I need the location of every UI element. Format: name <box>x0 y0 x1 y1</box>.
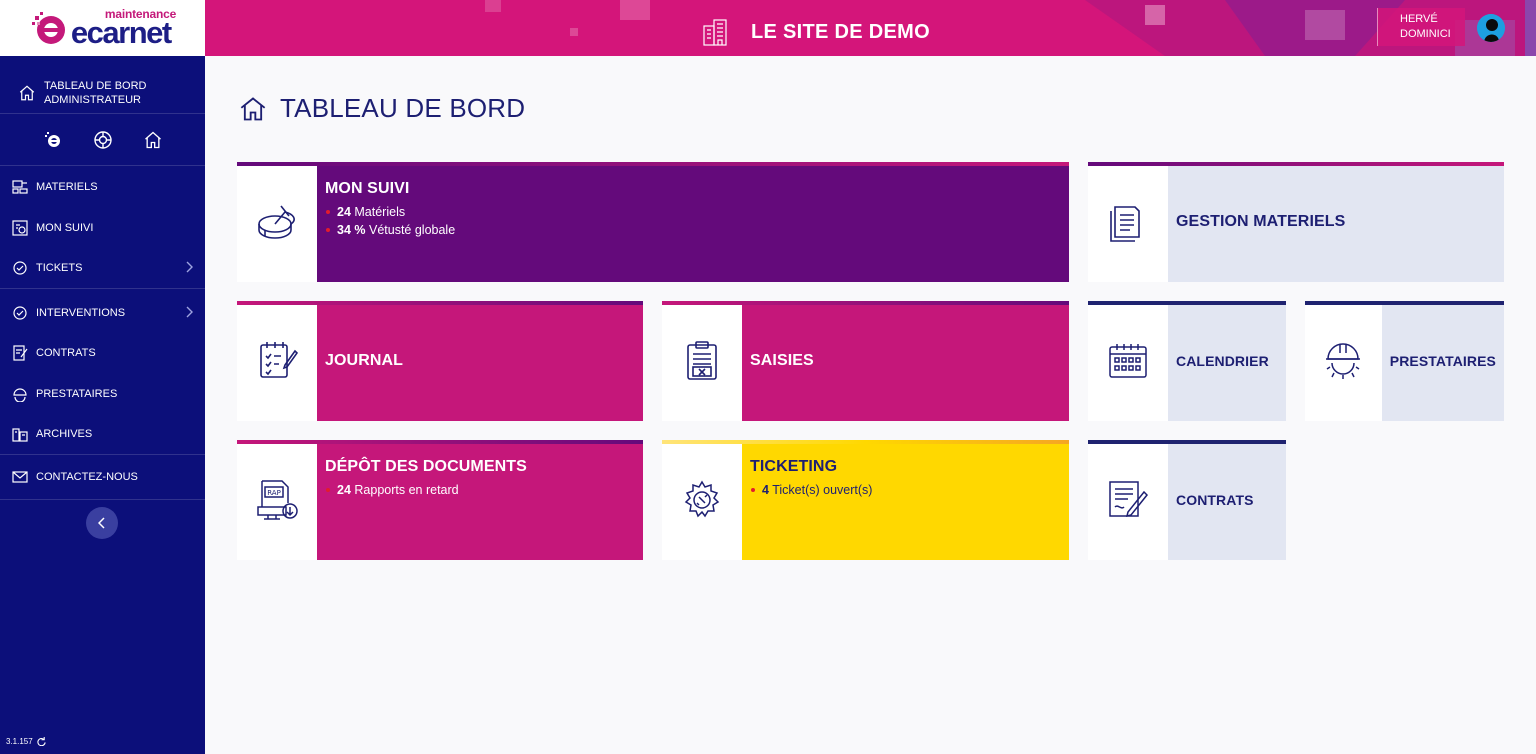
card-prestataires[interactable]: PRESTATAIRES <box>1305 301 1504 421</box>
card-title: TICKETING <box>750 458 838 475</box>
sidebar-item-label: MATERIELS <box>36 181 98 194</box>
contract-icon <box>13 345 28 361</box>
logo[interactable]: maintenance ecarnet <box>0 0 205 56</box>
card-title: CALENDRIER <box>1176 353 1269 369</box>
sidebar-quick-links <box>0 114 205 166</box>
stat-vetuste: 34 % Vétusté globale <box>325 223 1061 237</box>
ecarnet-logo-icon <box>31 12 65 44</box>
card-mon-suivi[interactable]: MON SUIVI 24 Matériels 34 % Vétusté glob… <box>237 162 1069 282</box>
clipboard-form-icon <box>687 341 717 380</box>
worker-helmet-icon <box>13 388 27 402</box>
sidebar-item-label: MON SUIVI <box>36 221 94 234</box>
sidebar-item-label: TICKETS <box>36 261 83 274</box>
user-avatar-icon <box>1477 14 1505 42</box>
ecarnet-small-icon[interactable] <box>43 130 63 150</box>
top-header: LE SITE DE DEMO HERVÉ DOMINICI <box>205 0 1536 56</box>
card-title: CONTRATS <box>1176 492 1254 508</box>
sidebar-item-label: INTERVENTIONS <box>36 306 126 319</box>
gear-wrench-icon <box>684 480 720 518</box>
card-panel: JOURNAL <box>317 301 643 421</box>
contract-sign-icon <box>1109 481 1149 518</box>
intervention-icon <box>13 306 27 320</box>
card-panel: TICKETING 4 Ticket(s) ouvert(s) <box>742 440 1069 560</box>
card-journal[interactable]: JOURNAL <box>237 301 643 421</box>
card-title: DÉPÔT DES DOCUMENTS <box>325 458 527 475</box>
card-title: SAISIES <box>750 352 814 369</box>
card-panel: DÉPÔT DES DOCUMENTS 24 Rapports en retar… <box>317 440 643 560</box>
refresh-icon[interactable] <box>37 737 46 746</box>
card-panel: MON SUIVI 24 Matériels 34 % Vétusté glob… <box>317 162 1069 282</box>
sidebar-item-tickets[interactable]: TICKETS <box>0 248 205 289</box>
sidebar-item-label: ARCHIVES <box>36 427 93 440</box>
avatar[interactable] <box>1477 14 1505 42</box>
stat-rapports-retard: 24 Rapports en retard <box>325 483 635 497</box>
chevron-right-icon <box>186 306 193 317</box>
card-title: JOURNAL <box>325 352 404 369</box>
card-panel: CALENDRIER <box>1168 301 1286 421</box>
home-icon <box>19 84 35 100</box>
page-header: TABLEAU DE BORD <box>238 93 525 124</box>
worker-helmet-icon <box>1326 343 1361 379</box>
sidebar-home-label-1: TABLEAU DE BORD <box>44 79 147 92</box>
card-panel: CONTRATS <box>1168 440 1286 560</box>
report-icon-text: RAP <box>267 489 281 497</box>
monitoring-icon <box>12 220 28 236</box>
card-panel: GESTION MATERIELS <box>1168 162 1504 282</box>
card-title: GESTION MATERIELS <box>1176 213 1346 230</box>
version-number: 3.1.157 <box>6 737 33 746</box>
site-title: LE SITE DE DEMO <box>751 21 930 43</box>
calendar-icon <box>1109 344 1147 378</box>
journal-checklist-icon <box>260 342 299 378</box>
card-contrats[interactable]: CONTRATS <box>1088 440 1286 560</box>
user-menu[interactable]: HERVÉ DOMINICI <box>1377 8 1465 46</box>
globe-settings-icon[interactable] <box>93 130 113 150</box>
sidebar-item-label: CONTRATS <box>36 347 96 360</box>
card-title: PRESTATAIRES <box>1389 353 1496 369</box>
documents-icon <box>1110 206 1140 242</box>
page-title: TABLEAU DE BORD <box>280 93 526 123</box>
user-last-name: DOMINICI <box>1400 28 1451 40</box>
sidebar-item-interventions[interactable]: INTERVENTIONS <box>0 293 205 334</box>
sidebar-home-label-2: ADMINISTRATEUR <box>44 93 141 106</box>
pie-chart-icon <box>258 205 295 239</box>
home-icon <box>240 96 266 120</box>
card-depot-documents[interactable]: RAP DÉPÔT DES DOCUMENTS 24 Rapports en r… <box>237 440 643 560</box>
card-gestion-materiels[interactable]: GESTION MATERIELS <box>1088 162 1504 282</box>
equipment-icon <box>12 180 28 194</box>
card-panel: SAISIES <box>742 301 1069 421</box>
stat-tickets-ouverts: 4 Ticket(s) ouvert(s) <box>750 483 1061 497</box>
building-icon <box>703 19 727 46</box>
card-calendrier[interactable]: CALENDRIER <box>1088 301 1286 421</box>
card-title: MON SUIVI <box>325 180 410 197</box>
archive-icon <box>12 428 28 442</box>
app-version: 3.1.157 <box>6 737 46 746</box>
ticket-icon <box>13 261 27 275</box>
card-saisies[interactable]: SAISIES <box>662 301 1069 421</box>
mail-icon <box>12 470 28 483</box>
sidebar-item-materiels[interactable]: MATERIELS <box>0 167 205 208</box>
chevron-right-icon <box>186 261 193 273</box>
sidebar-item-dashboard-admin[interactable]: TABLEAU DE BORD ADMINISTRATEUR <box>0 56 205 114</box>
sidebar-item-contact[interactable]: CONTACTEZ-NOUS <box>0 455 205 500</box>
sidebar-collapse-button[interactable] <box>86 507 118 539</box>
user-first-name: HERVÉ <box>1400 13 1438 25</box>
sidebar-item-mon-suivi[interactable]: MON SUIVI <box>0 208 205 249</box>
card-ticketing[interactable]: TICKETING 4 Ticket(s) ouvert(s) <box>662 440 1069 560</box>
sidebar: maintenance ecarnet TABLEAU DE BORD ADMI… <box>0 0 205 754</box>
chevron-left-icon <box>98 517 105 529</box>
sidebar-item-label: CONTACTEZ-NOUS <box>36 470 138 483</box>
sidebar-item-archives[interactable]: ARCHIVES <box>0 414 205 455</box>
sidebar-item-contrats[interactable]: CONTRATS <box>0 333 205 374</box>
sidebar-item-prestataires[interactable]: PRESTATAIRES <box>0 374 205 415</box>
logo-wordmark: ecarnet <box>70 15 172 50</box>
sidebar-item-label: PRESTATAIRES <box>36 387 118 400</box>
home-icon[interactable] <box>143 130 163 150</box>
stat-materiels: 24 Matériels <box>325 205 1061 219</box>
report-upload-icon: RAP <box>257 480 298 520</box>
card-panel: PRESTATAIRES <box>1381 301 1504 421</box>
